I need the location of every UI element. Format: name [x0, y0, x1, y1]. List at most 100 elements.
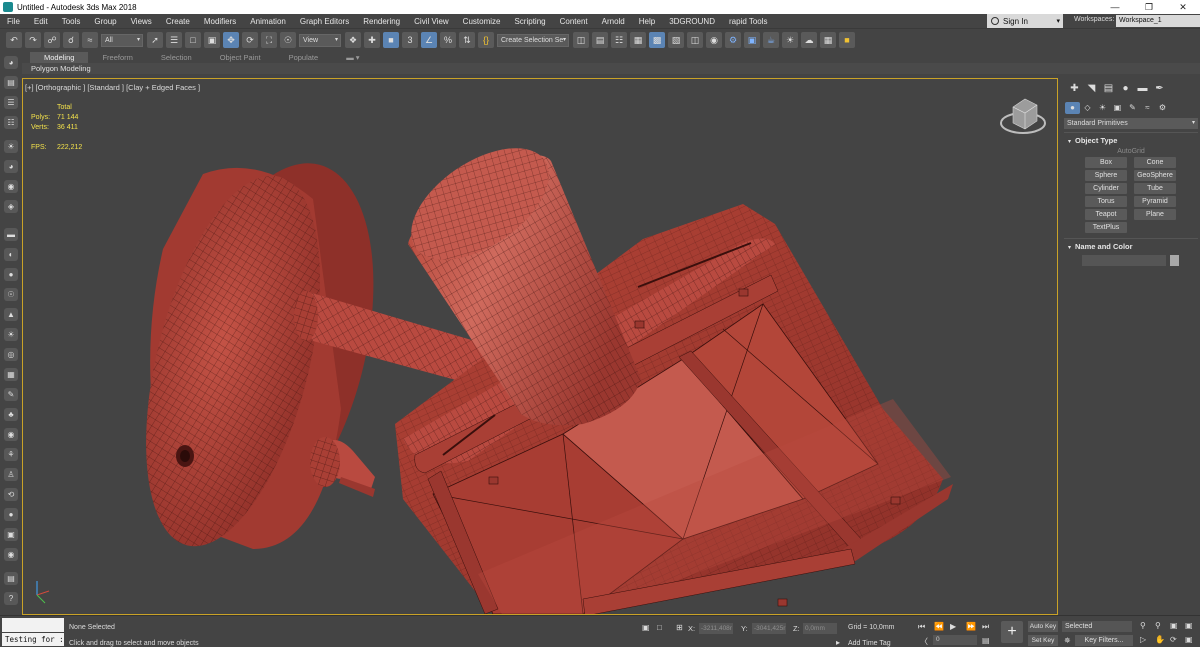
menu-animation[interactable]: Animation [243, 17, 293, 26]
key-filters-button[interactable]: Key Filters... [1075, 635, 1133, 646]
align-icon[interactable]: ▤ [592, 32, 608, 48]
schematic-view-icon[interactable]: ◫ [687, 32, 703, 48]
render-in-cloud-icon[interactable]: ☁ [801, 32, 817, 48]
rendered-frame-window-icon[interactable]: ▣ [744, 32, 760, 48]
helpers-icon[interactable]: ◈ [4, 200, 18, 213]
render-production-icon[interactable]: ☕ [763, 32, 779, 48]
sun-icon[interactable]: ☀ [4, 328, 18, 341]
current-frame-input[interactable]: 0 [933, 635, 977, 645]
shape-icon[interactable]: ◕ [4, 160, 18, 173]
isolate-icon[interactable]: □ [657, 623, 662, 632]
select-by-name-icon[interactable]: ☰ [166, 32, 182, 48]
unlink-icon[interactable]: ☌ [63, 32, 79, 48]
textplus-button[interactable]: TextPlus [1085, 222, 1127, 233]
go-to-end-icon[interactable]: ⏭ [982, 622, 989, 632]
space-warps-icon[interactable]: ≈ [1140, 102, 1155, 114]
menu-arnold[interactable]: Arnold [595, 17, 632, 26]
menu-edit[interactable]: Edit [27, 17, 55, 26]
zoom-icon[interactable]: ⚲ [1140, 621, 1146, 630]
toggle-scene-explorer-icon[interactable]: ☷ [611, 32, 627, 48]
bind-space-warp-icon[interactable]: ≈ [82, 32, 98, 48]
light-bulb-icon[interactable]: ☀ [4, 140, 18, 153]
close-button[interactable]: ✕ [1166, 0, 1200, 14]
auto-key-button[interactable]: Auto Key [1028, 621, 1058, 632]
scene-explorer-icon[interactable]: ▤ [4, 76, 18, 89]
select-and-place-icon[interactable]: ☉ [280, 32, 296, 48]
maximize-button[interactable]: ❐ [1132, 0, 1166, 14]
menu-rapid-tools[interactable]: rapid Tools [722, 17, 775, 26]
toggle-layer-explorer-icon[interactable]: ▦ [630, 32, 646, 48]
menu-tools[interactable]: Tools [55, 17, 88, 26]
camera-icon[interactable]: ◉ [4, 180, 18, 193]
select-object-icon[interactable]: ➚ [147, 32, 163, 48]
viewport-label[interactable]: [+] [Orthographic ] [Standard ] [Clay + … [25, 83, 200, 92]
object-type-title[interactable]: Object Type [1064, 136, 1198, 145]
tab-populate[interactable]: Populate [275, 52, 333, 63]
menu-3dground[interactable]: 3DGROUND [662, 17, 722, 26]
pyramid-button[interactable]: Pyramid [1134, 196, 1176, 207]
target-icon[interactable]: ◎ [4, 348, 18, 361]
maximize-viewport-icon[interactable]: ▣ [1185, 635, 1193, 644]
select-and-scale-icon[interactable]: ⛶ [261, 32, 277, 48]
z-coordinate-input[interactable]: 0,0mm [803, 623, 837, 634]
set-keys-button[interactable]: + [1001, 621, 1023, 643]
plane-button[interactable]: Plane [1134, 209, 1176, 220]
object-name-input[interactable] [1082, 255, 1166, 266]
menu-views[interactable]: Views [124, 17, 159, 26]
select-and-move-icon[interactable]: ✥ [223, 32, 239, 48]
help-icon[interactable]: ? [4, 592, 18, 605]
a360-gallery-icon[interactable]: ▦ [820, 32, 836, 48]
play-icon[interactable]: ▶ [950, 622, 956, 631]
dome-icon[interactable]: ◐ [4, 248, 18, 261]
maxscript-mini-listener[interactable]: Testing for : [2, 633, 64, 646]
field-of-view-icon[interactable]: ▷ [1140, 635, 1146, 644]
menu-customize[interactable]: Customize [456, 17, 508, 26]
menu-graph-editors[interactable]: Graph Editors [293, 17, 356, 26]
select-manipulate-icon[interactable]: ✚ [364, 32, 380, 48]
lights-icon[interactable]: ☀ [1095, 102, 1110, 114]
key-mode-icon[interactable]: 〈 [920, 636, 928, 647]
plugin-icon[interactable]: ■ [839, 32, 855, 48]
reference-coordinate-dropdown[interactable]: View ▾ [299, 33, 341, 47]
tree-icon[interactable]: ♣ [4, 408, 18, 421]
menu-file[interactable]: File [0, 17, 27, 26]
time-tag-icon[interactable]: ▸ [836, 638, 840, 647]
cone-button[interactable]: Cone [1134, 157, 1176, 168]
undo-icon[interactable]: ↶ [6, 32, 22, 48]
ribbon-options-icon[interactable]: ▬ ▾ [332, 52, 373, 63]
box-button[interactable]: Box [1085, 157, 1127, 168]
menu-scripting[interactable]: Scripting [507, 17, 552, 26]
pan-icon[interactable]: ✋ [1155, 635, 1165, 644]
cylinder-button[interactable]: Cylinder [1085, 183, 1127, 194]
menu-civil-view[interactable]: Civil View [407, 17, 456, 26]
viewport-layout-icon[interactable]: ◕ [4, 56, 18, 69]
motion-tab-icon[interactable]: ● [1117, 83, 1134, 98]
zoom-all-icon[interactable]: ⚲ [1155, 621, 1161, 630]
selection-filter-dropdown[interactable]: All ▾ [101, 33, 143, 47]
select-and-rotate-icon[interactable]: ⟳ [242, 32, 258, 48]
add-time-tag[interactable]: Add Time Tag [848, 640, 891, 647]
cone-icon[interactable]: ▲ [4, 308, 18, 321]
hierarchy-tab-icon[interactable]: ▤ [1100, 83, 1117, 98]
menu-create[interactable]: Create [159, 17, 197, 26]
redo-icon[interactable]: ↷ [25, 32, 41, 48]
material-editor-icon[interactable]: ◉ [706, 32, 722, 48]
menu-content[interactable]: Content [553, 17, 595, 26]
perspective-viewport[interactable]: [+] [Orthographic ] [Standard ] [Clay + … [22, 78, 1058, 615]
render-setup-icon[interactable]: ⚙ [725, 32, 741, 48]
minimize-button[interactable]: — [1098, 0, 1132, 14]
keyboard-shortcut-override-icon[interactable]: ■ [383, 32, 399, 48]
edit-named-selection-icon[interactable]: {} [478, 32, 494, 48]
render-iterative-icon[interactable]: ☀ [782, 32, 798, 48]
named-selection-set-dropdown[interactable]: Create Selection Se ▾ [497, 33, 569, 47]
ball-icon[interactable]: ● [4, 508, 18, 521]
helpers-icon[interactable]: ✎ [1125, 102, 1140, 114]
set-key-button[interactable]: Set Key [1028, 635, 1058, 646]
disc-icon[interactable]: ◉ [4, 548, 18, 561]
create-tab-icon[interactable]: ✚ [1066, 83, 1083, 98]
primitive-category-dropdown[interactable]: Standard Primitives ▾ [1064, 118, 1198, 129]
layer-explorer-icon[interactable]: ☰ [4, 96, 18, 109]
object-color-swatch[interactable] [1170, 255, 1179, 266]
shapes-icon[interactable]: ◇ [1080, 102, 1095, 114]
view-cube[interactable] [1000, 98, 1046, 134]
